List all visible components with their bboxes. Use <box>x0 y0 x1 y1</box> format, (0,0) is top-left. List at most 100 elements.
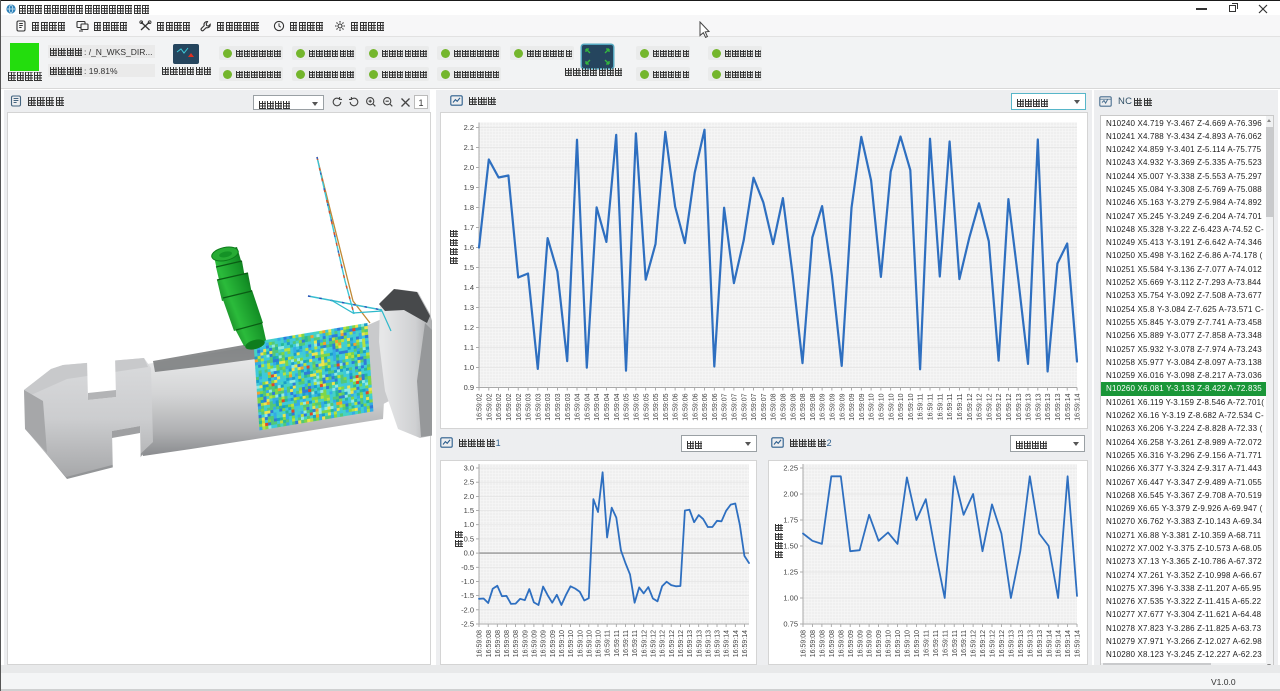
svg-text:16:59:13: 16:59:13 <box>1016 393 1023 420</box>
svg-text:16:59:12: 16:59:12 <box>999 630 1006 657</box>
svg-text:16:59:12: 16:59:12 <box>641 630 648 657</box>
svg-text:16:59:10: 16:59:10 <box>905 630 912 657</box>
svg-text:16:59:09: 16:59:09 <box>876 630 883 657</box>
svg-text:1.25: 1.25 <box>783 568 798 577</box>
svg-text:16:59:06: 16:59:06 <box>712 393 719 420</box>
svg-text:16:59:02: 16:59:02 <box>477 393 484 420</box>
svg-text:16:59:07: 16:59:07 <box>722 393 729 420</box>
svg-text:1.1: 1.1 <box>464 343 474 352</box>
svg-text:16:59:13: 16:59:13 <box>687 630 694 657</box>
svg-text:16:59:08: 16:59:08 <box>495 630 502 657</box>
svg-text:2.25: 2.25 <box>783 464 798 473</box>
svg-text:16:59:09: 16:59:09 <box>859 393 866 420</box>
svg-text:16:59:06: 16:59:06 <box>683 393 690 420</box>
svg-text:16:59:11: 16:59:11 <box>961 630 968 657</box>
svg-text:16:59:03: 16:59:03 <box>526 393 533 420</box>
svg-text:16:59:14: 16:59:14 <box>1075 630 1082 657</box>
svg-text:16:59:12: 16:59:12 <box>678 630 685 657</box>
svg-text:16:59:10: 16:59:10 <box>908 393 915 420</box>
svg-text:16:59:08: 16:59:08 <box>771 393 778 420</box>
svg-text:16:59:03: 16:59:03 <box>555 393 562 420</box>
svg-text:16:59:05: 16:59:05 <box>653 393 660 420</box>
svg-text:16:59:13: 16:59:13 <box>1026 393 1033 420</box>
svg-text:2.0: 2.0 <box>464 492 474 501</box>
svg-text:16:59:05: 16:59:05 <box>643 393 650 420</box>
svg-text:16:59:10: 16:59:10 <box>895 630 902 657</box>
svg-text:16:59:11: 16:59:11 <box>605 630 612 657</box>
svg-text:16:59:11: 16:59:11 <box>632 630 639 657</box>
svg-text:16:59:02: 16:59:02 <box>506 393 513 420</box>
svg-text:16:59:10: 16:59:10 <box>596 630 603 657</box>
svg-text:-2.5: -2.5 <box>461 620 474 629</box>
svg-text:1.75: 1.75 <box>783 516 798 525</box>
svg-text:16:59:08: 16:59:08 <box>477 630 484 657</box>
svg-text:16:59:02: 16:59:02 <box>516 393 523 420</box>
svg-text:16:59:07: 16:59:07 <box>761 393 768 420</box>
svg-text:16:59:08: 16:59:08 <box>801 630 808 657</box>
svg-text:16:59:09: 16:59:09 <box>550 630 557 657</box>
svg-text:16:59:08: 16:59:08 <box>820 630 827 657</box>
svg-text:2.1: 2.1 <box>464 143 474 152</box>
svg-text:16:59:10: 16:59:10 <box>888 393 895 420</box>
svg-text:16:59:02: 16:59:02 <box>496 393 503 420</box>
svg-text:16:59:09: 16:59:09 <box>867 630 874 657</box>
svg-text:16:59:14: 16:59:14 <box>742 630 749 657</box>
svg-text:16:59:13: 16:59:13 <box>1055 393 1062 420</box>
svg-text:16:59:14: 16:59:14 <box>1075 393 1082 420</box>
svg-text:16:59:09: 16:59:09 <box>830 393 837 420</box>
svg-text:16:59:09: 16:59:09 <box>522 630 529 657</box>
svg-text:16:59:08: 16:59:08 <box>781 393 788 420</box>
svg-text:16:59:10: 16:59:10 <box>879 393 886 420</box>
svg-text:16:59:12: 16:59:12 <box>1006 393 1013 420</box>
svg-text:16:59:05: 16:59:05 <box>624 393 631 420</box>
svg-text:16:59:11: 16:59:11 <box>923 630 930 657</box>
svg-text:16:59:09: 16:59:09 <box>848 630 855 657</box>
svg-text:16:59:07: 16:59:07 <box>732 393 739 420</box>
svg-text:16:59:09: 16:59:09 <box>839 393 846 420</box>
svg-text:16:59:11: 16:59:11 <box>614 630 621 657</box>
svg-text:16:59:13: 16:59:13 <box>1018 630 1025 657</box>
svg-text:16:59:09: 16:59:09 <box>849 393 856 420</box>
svg-text:1.6: 1.6 <box>464 243 474 252</box>
svg-text:0.0: 0.0 <box>464 549 474 558</box>
svg-text:16:59:14: 16:59:14 <box>724 630 731 657</box>
svg-text:16:59:03: 16:59:03 <box>545 393 552 420</box>
svg-text:16:59:08: 16:59:08 <box>486 630 493 657</box>
svg-text:16:59:11: 16:59:11 <box>928 393 935 420</box>
svg-text:16:59:14: 16:59:14 <box>1046 630 1053 657</box>
svg-text:0.75: 0.75 <box>783 620 798 629</box>
svg-text:16:59:10: 16:59:10 <box>586 630 593 657</box>
svg-text:16:59:04: 16:59:04 <box>604 393 611 420</box>
svg-text:16:59:13: 16:59:13 <box>1035 393 1042 420</box>
svg-text:16:59:08: 16:59:08 <box>790 393 797 420</box>
svg-text:16:59:10: 16:59:10 <box>568 630 575 657</box>
svg-text:16:59:10: 16:59:10 <box>898 393 905 420</box>
svg-text:16:59:10: 16:59:10 <box>869 393 876 420</box>
svg-text:16:59:08: 16:59:08 <box>504 630 511 657</box>
svg-text:16:59:12: 16:59:12 <box>651 630 658 657</box>
svg-text:16:59:13: 16:59:13 <box>1037 630 1044 657</box>
svg-text:16:59:08: 16:59:08 <box>513 630 520 657</box>
svg-text:3.0: 3.0 <box>464 464 474 473</box>
svg-text:16:59:11: 16:59:11 <box>957 393 964 420</box>
svg-text:16:59:12: 16:59:12 <box>971 630 978 657</box>
svg-text:0.5: 0.5 <box>464 534 474 543</box>
svg-text:16:59:12: 16:59:12 <box>996 393 1003 420</box>
svg-text:1.00: 1.00 <box>783 594 798 603</box>
svg-text:16:59:07: 16:59:07 <box>741 393 748 420</box>
svg-text:16:59:12: 16:59:12 <box>990 630 997 657</box>
svg-text:16:59:13: 16:59:13 <box>1009 630 1016 657</box>
svg-text:16:59:08: 16:59:08 <box>829 630 836 657</box>
svg-text:1.4: 1.4 <box>464 283 474 292</box>
svg-text:16:59:11: 16:59:11 <box>623 630 630 657</box>
svg-text:16:59:06: 16:59:06 <box>692 393 699 420</box>
svg-text:16:59:12: 16:59:12 <box>980 630 987 657</box>
svg-text:16:59:12: 16:59:12 <box>967 393 974 420</box>
svg-text:2.0: 2.0 <box>464 163 474 172</box>
svg-text:16:59:13: 16:59:13 <box>1045 393 1052 420</box>
svg-text:16:59:14: 16:59:14 <box>1065 393 1072 420</box>
svg-text:16:59:10: 16:59:10 <box>886 630 893 657</box>
svg-text:2.00: 2.00 <box>783 490 798 499</box>
svg-text:1.5: 1.5 <box>464 263 474 272</box>
svg-text:16:59:10: 16:59:10 <box>559 630 566 657</box>
